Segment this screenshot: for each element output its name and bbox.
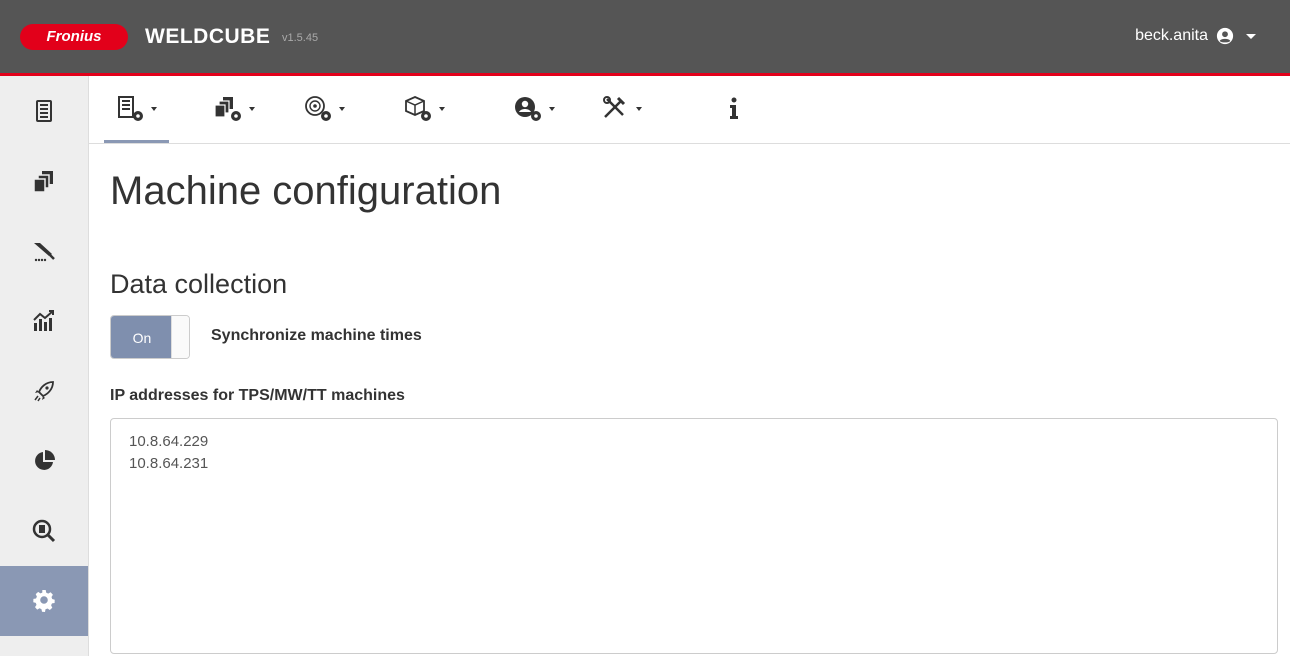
sidebar-item-launch[interactable] [0, 356, 88, 426]
chevron-down-icon [339, 107, 345, 111]
user-circle-icon [1216, 27, 1234, 45]
sidebar-item-groups[interactable] [0, 146, 88, 216]
chevron-down-icon [549, 107, 555, 111]
tab-user-config[interactable] [514, 76, 555, 142]
sidebar-item-analytics[interactable] [0, 286, 88, 356]
machine-config-icon [118, 96, 143, 121]
tab-wire-config[interactable] [304, 76, 345, 142]
tab-group-config[interactable] [214, 76, 255, 142]
pie-chart-icon [35, 450, 55, 470]
username: beck.anita [1135, 27, 1208, 44]
machine-list-icon [36, 100, 52, 122]
chevron-down-icon [636, 107, 642, 111]
tab-tools[interactable] [601, 76, 642, 142]
tab-machine-config[interactable] [104, 76, 169, 143]
ip-addresses-label: IP addresses for TPS/MW/TT machines [110, 387, 405, 404]
sidebar-item-settings[interactable] [0, 566, 88, 636]
machine-groups-icon [33, 171, 53, 193]
app-version: v1.5.45 [282, 32, 319, 44]
rocket-icon [34, 381, 54, 402]
sidebar-item-welding[interactable] [0, 216, 88, 286]
chevron-down-icon [249, 107, 255, 111]
page-title: Machine configuration [110, 169, 502, 213]
top-header: Fronius WELDCUBE v1.5.45 beck.anita [0, 0, 1290, 76]
tools-icon [603, 96, 626, 118]
app-title: WELDCUBE [145, 25, 271, 48]
sidebar-item-statistics[interactable] [0, 426, 88, 496]
user-config-icon [515, 97, 541, 121]
chevron-down-icon [439, 107, 445, 111]
group-config-icon [214, 97, 241, 121]
user-menu[interactable]: beck.anita [1135, 25, 1256, 47]
gear-icon [33, 590, 55, 612]
tab-component-config[interactable] [404, 76, 445, 142]
toggle-knob [171, 316, 189, 358]
tab-info[interactable] [719, 76, 749, 142]
search-document-icon [32, 519, 56, 543]
wire-config-icon [305, 96, 331, 121]
sidebar [0, 76, 89, 656]
section-title: Data collection [110, 269, 288, 299]
sidebar-item-search[interactable] [0, 496, 88, 566]
sidebar-item-machines[interactable] [0, 76, 88, 146]
ip-address-line: 10.8.64.231 [129, 455, 209, 472]
sync-times-toggle[interactable]: On [110, 315, 190, 359]
config-tabbar [89, 76, 1290, 144]
chevron-down-icon [151, 107, 157, 111]
ip-addresses-textarea[interactable]: 10.8.64.229 10.8.64.231 [110, 418, 1278, 654]
welding-torch-icon [34, 243, 55, 262]
component-config-icon [405, 96, 431, 121]
analytics-chart-icon [33, 310, 54, 331]
sync-times-label: Synchronize machine times [211, 327, 422, 344]
chevron-down-icon [1246, 33, 1256, 39]
info-icon [730, 97, 738, 119]
fronius-logo[interactable]: Fronius [20, 24, 128, 50]
ip-address-line: 10.8.64.229 [129, 433, 209, 450]
toggle-state-label: On [111, 316, 173, 358]
